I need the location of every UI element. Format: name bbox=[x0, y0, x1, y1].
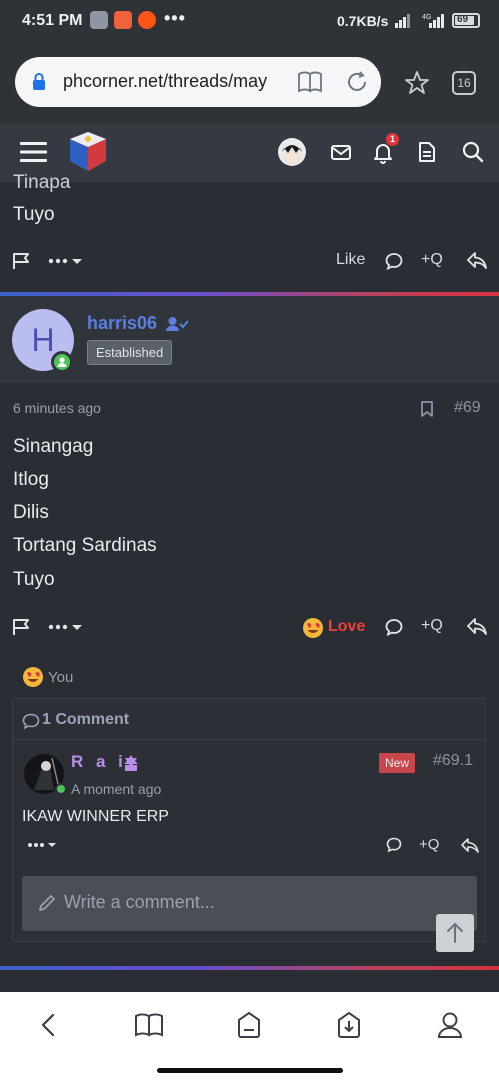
commenter-name[interactable]: R a i bbox=[71, 752, 127, 772]
staff-badge-icon bbox=[124, 755, 138, 771]
post-line: Sinangag bbox=[13, 436, 94, 457]
post-time[interactable]: 6 minutes ago bbox=[13, 400, 101, 416]
comment-input[interactable]: Write a comment... bbox=[22, 876, 477, 931]
more-options-icon[interactable] bbox=[48, 622, 84, 632]
whats-new-icon[interactable] bbox=[417, 141, 437, 163]
reddit-notification-icon bbox=[138, 11, 156, 29]
next-post-peek bbox=[0, 970, 499, 992]
arrow-up-icon bbox=[447, 922, 463, 943]
post-line: Tuyo bbox=[13, 569, 55, 590]
gesture-handle[interactable] bbox=[157, 1068, 343, 1073]
downloads-icon[interactable] bbox=[334, 1010, 364, 1040]
menu-icon[interactable] bbox=[20, 141, 47, 163]
battery-icon: 69 bbox=[452, 13, 480, 28]
battery-level: 69 bbox=[457, 14, 469, 25]
reply-icon[interactable] bbox=[466, 250, 488, 270]
quote-button[interactable]: +Q bbox=[421, 251, 443, 269]
lock-icon bbox=[33, 73, 45, 90]
signal-icon bbox=[395, 14, 410, 28]
scroll-to-top-button[interactable] bbox=[436, 914, 474, 952]
calendar-notification-icon bbox=[114, 11, 132, 29]
pencil-icon bbox=[39, 895, 55, 911]
notification-badge: 1 bbox=[386, 133, 399, 146]
bookmarks-icon[interactable] bbox=[134, 1012, 164, 1038]
comment-more-icon[interactable] bbox=[27, 840, 59, 850]
site-header: 1 bbox=[0, 124, 499, 182]
status-app-icons bbox=[90, 11, 156, 29]
address-bar[interactable]: phcorner.net/threads/may bbox=[15, 57, 381, 107]
comment-number[interactable]: #69.1 bbox=[433, 752, 473, 770]
reload-icon[interactable] bbox=[345, 70, 369, 94]
post-user-block: H harris06 Established bbox=[0, 296, 499, 382]
browser-toolbar: phcorner.net/threads/may 16 bbox=[0, 44, 499, 124]
net-speed: 0.7KB/s bbox=[337, 13, 389, 29]
svg-text:4G: 4G bbox=[422, 14, 431, 21]
comments-header[interactable]: 1 Comment bbox=[42, 711, 129, 729]
love-reaction-button[interactable]: Love bbox=[328, 618, 365, 636]
comment-reply-icon[interactable] bbox=[386, 837, 402, 853]
reacted-by[interactable]: You bbox=[48, 669, 73, 686]
inbox-icon[interactable] bbox=[330, 141, 352, 163]
search-icon[interactable] bbox=[462, 141, 484, 163]
quote-button[interactable]: +Q bbox=[421, 617, 443, 635]
post-line: Dilis bbox=[13, 502, 49, 523]
reply-icon[interactable] bbox=[466, 616, 488, 636]
poster-username-text[interactable]: harris06 bbox=[87, 313, 157, 333]
signal-4g-icon: 4G bbox=[422, 14, 444, 28]
verified-user-icon bbox=[166, 317, 189, 331]
like-button[interactable]: Like bbox=[336, 251, 365, 269]
home-icon[interactable] bbox=[234, 1010, 264, 1040]
user-title-badge: Established bbox=[87, 340, 173, 365]
post-line: Tinapa bbox=[13, 172, 71, 193]
comment-text: IKAW WINNER ERP bbox=[22, 808, 169, 825]
comment-icon[interactable] bbox=[385, 618, 403, 636]
comment-placeholder[interactable]: Write a comment... bbox=[64, 892, 215, 913]
previous-post: Tinapa Tuyo Like +Q bbox=[0, 172, 499, 292]
bookmark-star-icon[interactable] bbox=[404, 70, 430, 96]
comments-icon bbox=[22, 713, 40, 729]
report-flag-icon[interactable] bbox=[12, 618, 32, 636]
comment-share-icon[interactable] bbox=[460, 836, 480, 854]
new-badge: New bbox=[379, 753, 416, 773]
post-line: Tortang Sardinas bbox=[13, 535, 157, 556]
status-time: 4:51 PM bbox=[22, 12, 83, 29]
post-line: Itlog bbox=[13, 469, 49, 490]
tab-switcher-button[interactable]: 16 bbox=[452, 71, 476, 95]
report-flag-icon[interactable] bbox=[12, 252, 32, 270]
reader-mode-icon[interactable] bbox=[297, 70, 323, 94]
comment-icon[interactable] bbox=[385, 252, 403, 270]
status-more-icon: ••• bbox=[164, 8, 186, 28]
user-avatar[interactable] bbox=[278, 138, 306, 166]
more-options-icon[interactable] bbox=[48, 256, 84, 266]
post-number[interactable]: #69 bbox=[454, 399, 481, 417]
browser-bottom-nav bbox=[0, 992, 499, 1080]
love-emoji-icon bbox=[23, 667, 43, 687]
online-status-icon bbox=[55, 783, 67, 795]
comment-time[interactable]: A moment ago bbox=[71, 781, 161, 797]
profile-icon[interactable] bbox=[436, 1010, 464, 1040]
post-line: Tuyo bbox=[13, 204, 55, 225]
back-icon[interactable] bbox=[38, 1012, 58, 1038]
online-status-icon bbox=[51, 351, 73, 373]
url-text[interactable]: phcorner.net/threads/may bbox=[63, 71, 273, 92]
site-logo[interactable] bbox=[66, 129, 110, 175]
status-bar: 4:51 PM ••• 0.7KB/s 4G 69 bbox=[0, 0, 499, 44]
bookmark-icon[interactable] bbox=[420, 400, 434, 418]
love-emoji-icon[interactable] bbox=[302, 617, 324, 639]
comment-quote-button[interactable]: +Q bbox=[419, 836, 439, 853]
poster-username[interactable]: harris06 bbox=[87, 313, 157, 334]
app-notification-icon bbox=[90, 11, 108, 29]
